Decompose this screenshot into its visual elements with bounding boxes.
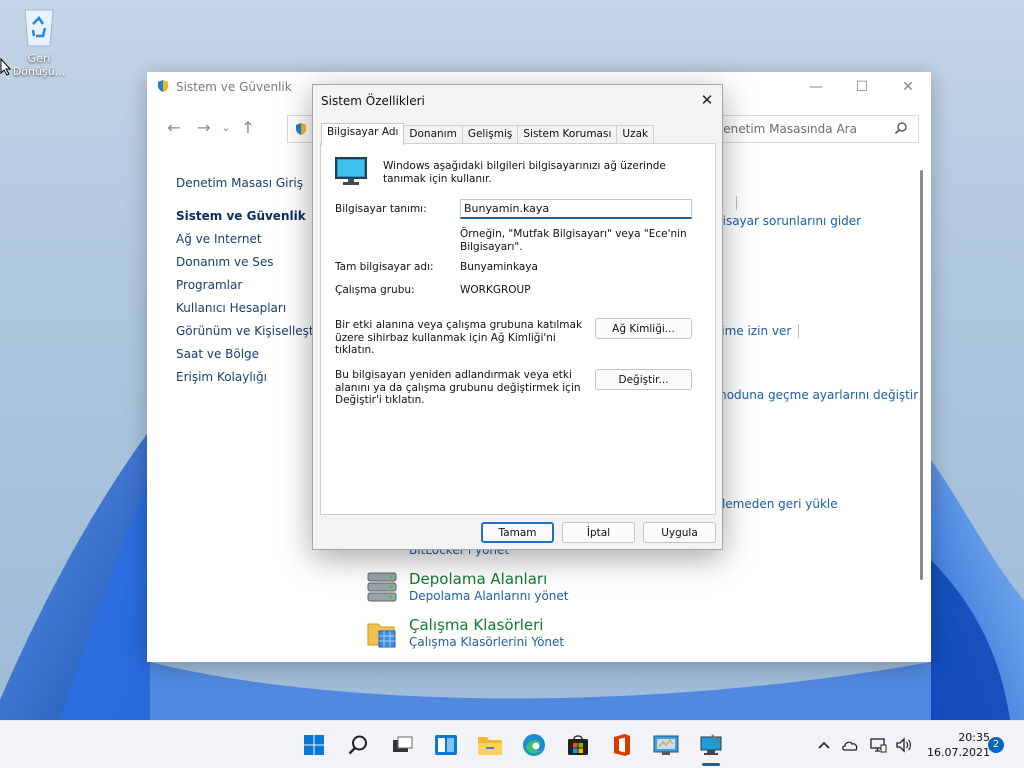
sidebar-item-system-security[interactable]: Sistem ve Güvenlik [176, 205, 326, 228]
edge-browser-icon[interactable] [520, 731, 548, 759]
storage-spaces-link[interactable]: Depolama Alanlarını yönet [409, 588, 568, 605]
search-icon [894, 121, 908, 138]
storage-spaces-section: Depolama Alanları Depolama Alanlarını yö… [365, 570, 568, 605]
network-icon[interactable] [866, 731, 890, 759]
sidebar-item-appearance[interactable]: Görünüm ve Kişiselleştirm [176, 320, 326, 343]
cancel-button[interactable]: İptal [562, 522, 635, 543]
shield-icon [156, 79, 170, 96]
recycle-bin-desktop-icon[interactable]: Geri Dönüşü... [8, 6, 70, 78]
mouse-cursor-icon [0, 57, 12, 79]
close-button[interactable]: ✕ [885, 72, 931, 102]
intro-text: Windows aşağıdaki bilgileri bilgisayarın… [383, 160, 666, 185]
sidebar-item-network[interactable]: Ağ ve Internet [176, 228, 326, 251]
recycle-bin-icon [21, 6, 57, 48]
change-button[interactable]: Değiştir... [595, 369, 692, 390]
partial-link-allow[interactable]: şime izin ver [715, 324, 791, 338]
sidebar: Denetim Masası Giriş Sistem ve Güvenlik … [176, 172, 326, 389]
volume-icon[interactable] [892, 731, 916, 759]
notification-badge[interactable]: 2 [988, 737, 1004, 753]
search-placeholder: Denetim Masasında Ara [714, 122, 857, 136]
maximize-button[interactable]: ☐ [839, 72, 885, 102]
forward-button[interactable]: → [189, 112, 219, 142]
partial-link-sleep-settings[interactable]: moduna geçme ayarlarını değiştir [715, 388, 918, 402]
onedrive-cloud-icon[interactable] [838, 731, 862, 759]
partial-link-restore[interactable]: klemeden geri yükle [715, 497, 838, 511]
chevron-up-icon[interactable] [812, 731, 836, 759]
scrollbar[interactable] [920, 170, 923, 580]
system-properties-dialog[interactable]: Sistem Özellikleri ✕ Bilgisayar Adı Dona… [312, 84, 723, 550]
office-icon[interactable] [608, 731, 636, 759]
storage-spaces-icon [365, 570, 399, 604]
work-folders-section: Çalışma Klasörleri Çalışma Klasörlerini … [365, 616, 564, 651]
full-name-value: Bunyaminkaya [460, 261, 538, 273]
full-name-label: Tam bilgisayar adı: [335, 261, 434, 273]
computer-description-input[interactable]: Bunyamin.kaya [460, 199, 692, 219]
dialog-title: Sistem Özellikleri [321, 94, 425, 108]
link-divider [736, 196, 737, 210]
sidebar-item-home[interactable]: Denetim Masası Giriş [176, 172, 326, 195]
sidebar-item-user-accounts[interactable]: Kullanıcı Hesapları [176, 297, 326, 320]
sidebar-item-programs[interactable]: Programlar [176, 274, 326, 297]
control-panel-taskbar-icon[interactable] [652, 731, 680, 759]
system-properties-taskbar-icon[interactable] [697, 731, 725, 759]
store-icon[interactable] [564, 731, 592, 759]
recent-locations-chevron-icon[interactable]: ⌄ [219, 112, 233, 142]
work-folders-icon [365, 616, 399, 650]
dialog-close-button[interactable]: ✕ [692, 85, 722, 115]
tab-advanced[interactable]: Gelişmiş [461, 125, 519, 144]
clock-time: 20:35 [958, 731, 990, 744]
rename-text: Bu bilgisayarı yeniden adlandırmak veya … [335, 369, 581, 406]
network-id-button[interactable]: Ağ Kimliği... [595, 318, 692, 339]
tab-remote[interactable]: Uzak [616, 125, 655, 144]
network-id-text: Bir etki alanına veya çalışma grubuna ka… [335, 319, 583, 356]
workgroup-label: Çalışma grubu: [335, 284, 415, 296]
tab-hardware[interactable]: Donanım [403, 125, 463, 144]
partial-link-troubleshoot[interactable]: gisayar sorunlarını gider [715, 214, 861, 228]
tab-computer-name[interactable]: Bilgisayar Adı [321, 123, 405, 145]
address-shield-icon [294, 122, 308, 139]
search-input[interactable]: Denetim Masasında Ara [705, 115, 919, 143]
active-app-indicator [702, 763, 720, 766]
taskbar: 20:35 16.07.2021 2 [0, 720, 1024, 768]
computer-monitor-icon [335, 157, 367, 190]
sidebar-item-ease-of-access[interactable]: Erişim Kolaylığı [176, 366, 326, 389]
workgroup-value: WORKGROUP [460, 284, 531, 296]
work-folders-link[interactable]: Çalışma Klasörlerini Yönet [409, 634, 564, 651]
description-hint: Örneğin, "Mutfak Bilgisayarı" veya "Ece'… [460, 228, 687, 253]
apply-button[interactable]: Uygula [643, 522, 716, 543]
ok-button[interactable]: Tamam [481, 522, 554, 543]
sidebar-item-clock-region[interactable]: Saat ve Bölge [176, 343, 326, 366]
file-explorer-icon[interactable] [476, 731, 504, 759]
dialog-tabs: Bilgisayar Adı Donanım Gelişmiş Sistem K… [321, 123, 655, 145]
start-windows-icon[interactable] [300, 731, 328, 759]
computer-name-panel: Windows aşağıdaki bilgileri bilgisayarın… [320, 143, 716, 515]
window-title: Sistem ve Güvenlik [176, 80, 292, 94]
clock-date: 16.07.2021 [927, 746, 990, 759]
description-label: Bilgisayar tanımı: [335, 203, 427, 215]
back-button[interactable]: ← [159, 112, 189, 142]
task-view-icon[interactable] [388, 731, 416, 759]
up-button[interactable]: ↑ [233, 112, 263, 142]
clock[interactable]: 20:35 16.07.2021 [920, 730, 990, 760]
storage-spaces-heading[interactable]: Depolama Alanları [409, 570, 568, 588]
search-icon[interactable] [344, 731, 372, 759]
minimize-button[interactable]: — [793, 72, 839, 102]
tab-system-protection[interactable]: Sistem Koruması [517, 125, 618, 144]
recycle-bin-label: Geri Dönüşü... [12, 52, 66, 78]
sidebar-item-hardware[interactable]: Donanım ve Ses [176, 251, 326, 274]
work-folders-heading[interactable]: Çalışma Klasörleri [409, 616, 564, 634]
dialog-titlebar[interactable]: Sistem Özellikleri ✕ [313, 85, 722, 117]
widgets-icon[interactable] [432, 731, 460, 759]
link-divider [798, 324, 799, 338]
